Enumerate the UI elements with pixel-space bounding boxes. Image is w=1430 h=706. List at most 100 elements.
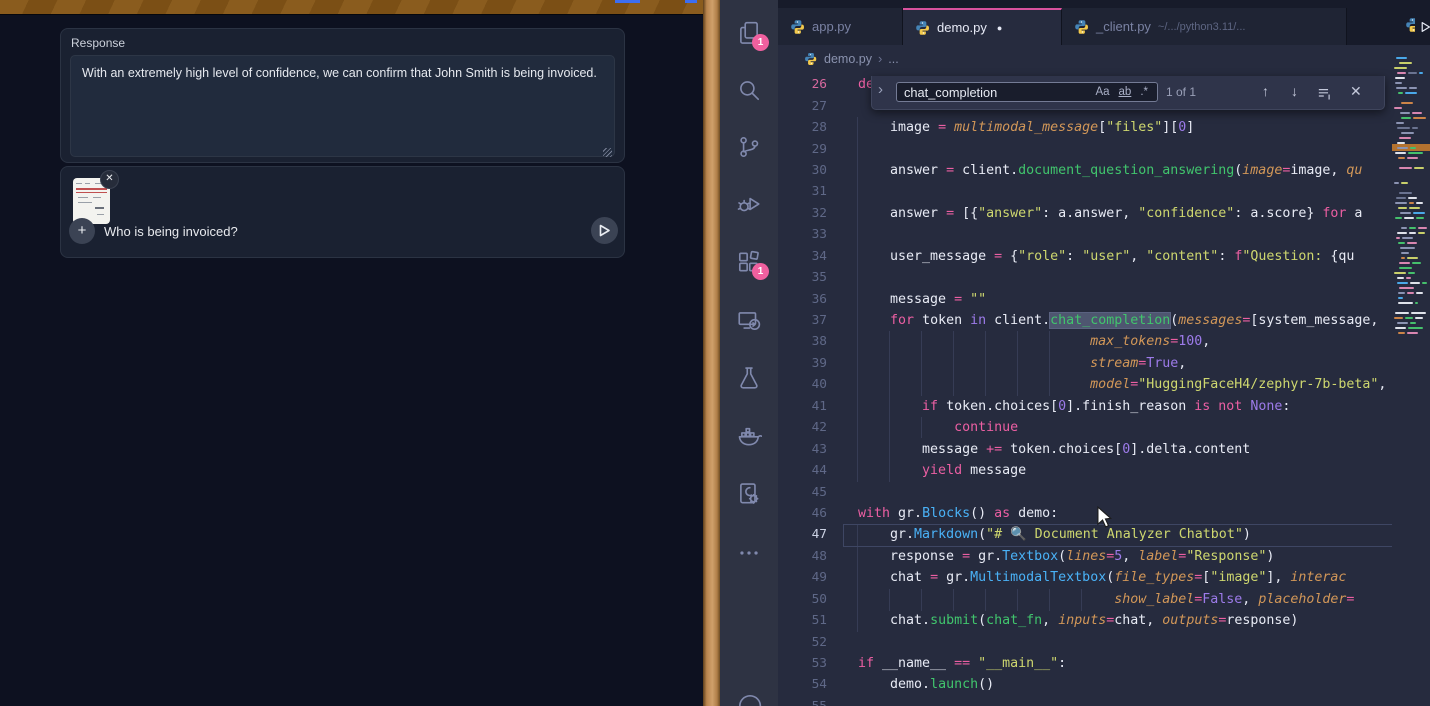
code-text: image = multimodal_message["files"][0]: [858, 120, 1194, 135]
code-line-31[interactable]: 31: [778, 181, 1392, 202]
line-number[interactable]: 27: [778, 99, 827, 114]
regex-toggle[interactable]: .*: [1140, 86, 1148, 98]
line-number[interactable]: 42: [778, 420, 827, 435]
line-number[interactable]: 38: [778, 334, 827, 349]
code-line-43[interactable]: 43 message += token.choices[0].delta.con…: [778, 438, 1392, 459]
explorer-icon[interactable]: 1: [736, 20, 762, 46]
code-line-34[interactable]: 34 user_message = {"role": "user", "cont…: [778, 246, 1392, 267]
code-line-38[interactable]: 38 max_tokens=100,: [778, 331, 1392, 352]
line-number[interactable]: 41: [778, 399, 827, 414]
code-line-41[interactable]: 41 if token.choices[0].finish_reason is …: [778, 396, 1392, 417]
line-number[interactable]: 46: [778, 506, 827, 521]
source-control-icon[interactable]: [736, 134, 762, 160]
line-number[interactable]: 30: [778, 163, 827, 178]
line-number[interactable]: 34: [778, 249, 827, 264]
code-line-48[interactable]: 48 response = gr.Textbox(lines=5, label=…: [778, 546, 1392, 567]
close-icon[interactable]: ✕: [100, 170, 119, 189]
line-number[interactable]: 54: [778, 677, 827, 692]
code-line-53[interactable]: 53 if __name__ == "__main__":: [778, 653, 1392, 674]
send-button[interactable]: [591, 217, 618, 244]
code-line-55[interactable]: 55: [778, 696, 1392, 706]
code-line-50[interactable]: 50 show_label=False, placeholder=: [778, 589, 1392, 610]
line-number[interactable]: 26: [778, 77, 827, 92]
match-case-toggle[interactable]: Aa: [1095, 86, 1109, 98]
code-line-32[interactable]: 32 answer = [{"answer": a.answer, "confi…: [778, 203, 1392, 224]
code-line-49[interactable]: 49 chat = gr.MultimodalTextbox(file_type…: [778, 567, 1392, 588]
extensions-icon[interactable]: 1: [736, 249, 762, 275]
testing-icon[interactable]: [736, 365, 762, 391]
search-icon[interactable]: [736, 77, 762, 103]
line-number[interactable]: 52: [778, 635, 827, 650]
line-number[interactable]: 43: [778, 442, 827, 457]
code-line-39[interactable]: 39 stream=True,: [778, 353, 1392, 374]
line-number[interactable]: 29: [778, 142, 827, 157]
code-line-35[interactable]: 35: [778, 267, 1392, 288]
line-number[interactable]: 37: [778, 313, 827, 328]
line-number[interactable]: 45: [778, 485, 827, 500]
line-number[interactable]: 39: [778, 356, 827, 371]
code-line-33[interactable]: 33: [778, 224, 1392, 245]
line-number[interactable]: 28: [778, 120, 827, 135]
minimap[interactable]: [1392, 45, 1430, 706]
code-line-28[interactable]: 28 image = multimodal_message["files"][0…: [778, 117, 1392, 138]
code-line-30[interactable]: 30 answer = client.document_question_ans…: [778, 160, 1392, 181]
breadcrumb-more[interactable]: ...: [888, 52, 898, 66]
line-number[interactable]: 51: [778, 613, 827, 628]
find-query-text[interactable]: chat_completion: [904, 85, 1095, 100]
line-number[interactable]: 33: [778, 227, 827, 242]
breadcrumb-file[interactable]: demo.py: [824, 52, 872, 66]
code-line-45[interactable]: 45: [778, 481, 1392, 502]
response-textarea[interactable]: With an extremely high level of confiden…: [70, 55, 615, 157]
line-number[interactable]: 31: [778, 184, 827, 199]
code-text: model="HuggingFaceH4/zephyr-7b-beta",: [858, 377, 1386, 392]
remote-explorer-icon[interactable]: [736, 308, 762, 334]
find-next-button[interactable]: ↓: [1291, 83, 1298, 99]
code-line-36[interactable]: 36 message = "": [778, 288, 1392, 309]
find-in-selection-icon[interactable]: [1316, 85, 1333, 102]
line-number[interactable]: 36: [778, 292, 827, 307]
modified-dot-icon[interactable]: ●: [997, 23, 1002, 33]
find-previous-button[interactable]: ↑: [1262, 83, 1269, 99]
add-file-button[interactable]: +: [69, 218, 95, 244]
code-line-29[interactable]: 29: [778, 138, 1392, 159]
code-line-40[interactable]: 40 model="HuggingFaceH4/zephyr-7b-beta",: [778, 374, 1392, 395]
code-line-37[interactable]: 37 for token in client.chat_completion(m…: [778, 310, 1392, 331]
code-line-52[interactable]: 52: [778, 631, 1392, 652]
line-number[interactable]: 47: [778, 527, 827, 542]
tab-demo-py[interactable]: demo.py ●: [903, 8, 1062, 45]
find-input[interactable]: chat_completion Aa ab .*: [896, 82, 1158, 102]
breadcrumb[interactable]: demo.py › ...: [778, 45, 1430, 72]
whole-word-toggle[interactable]: ab: [1119, 86, 1132, 98]
line-number[interactable]: 53: [778, 656, 827, 671]
tab-label: demo.py: [937, 20, 987, 35]
line-number[interactable]: 35: [778, 270, 827, 285]
line-number[interactable]: 32: [778, 206, 827, 221]
line-number[interactable]: 40: [778, 377, 827, 392]
line-number[interactable]: 49: [778, 570, 827, 585]
line-number[interactable]: 50: [778, 592, 827, 607]
tab--client-py[interactable]: _client.py~/.../python3.11/...: [1062, 8, 1347, 45]
run-button[interactable]: [1415, 16, 1430, 38]
toggle-replace-chevron-icon[interactable]: ›: [878, 81, 883, 98]
code-line-44[interactable]: 44 yield message: [778, 460, 1392, 481]
code-line-42[interactable]: 42 continue: [778, 417, 1392, 438]
code-text: gr.Markdown("# 🔍 Document Analyzer Chatb…: [858, 527, 1251, 542]
python-file-icon: [804, 52, 818, 66]
line-number[interactable]: 44: [778, 463, 827, 478]
code-line-47[interactable]: 47 gr.Markdown("# 🔍 Document Analyzer Ch…: [778, 524, 1392, 545]
code-text: if __name__ == "__main__":: [858, 656, 1066, 671]
code-editor[interactable]: demo.py › ... 26de2728 image = multimoda…: [778, 45, 1430, 706]
account-icon[interactable]: [736, 692, 762, 706]
line-number[interactable]: 55: [778, 699, 827, 706]
run-debug-icon[interactable]: [736, 191, 762, 217]
code-line-51[interactable]: 51 chat.submit(chat_fn, inputs=chat, out…: [778, 610, 1392, 631]
code-line-54[interactable]: 54 demo.launch(): [778, 674, 1392, 695]
find-close-icon[interactable]: ✕: [1350, 83, 1362, 100]
code-line-46[interactable]: 46with gr.Blocks() as demo:: [778, 503, 1392, 524]
line-number[interactable]: 48: [778, 549, 827, 564]
chat-input[interactable]: Who is being invoiced?: [104, 224, 238, 239]
more-icon[interactable]: [736, 540, 762, 566]
notebook-icon[interactable]: [736, 481, 762, 507]
tab-app-py[interactable]: app.py: [778, 8, 903, 45]
docker-icon[interactable]: [736, 423, 762, 449]
